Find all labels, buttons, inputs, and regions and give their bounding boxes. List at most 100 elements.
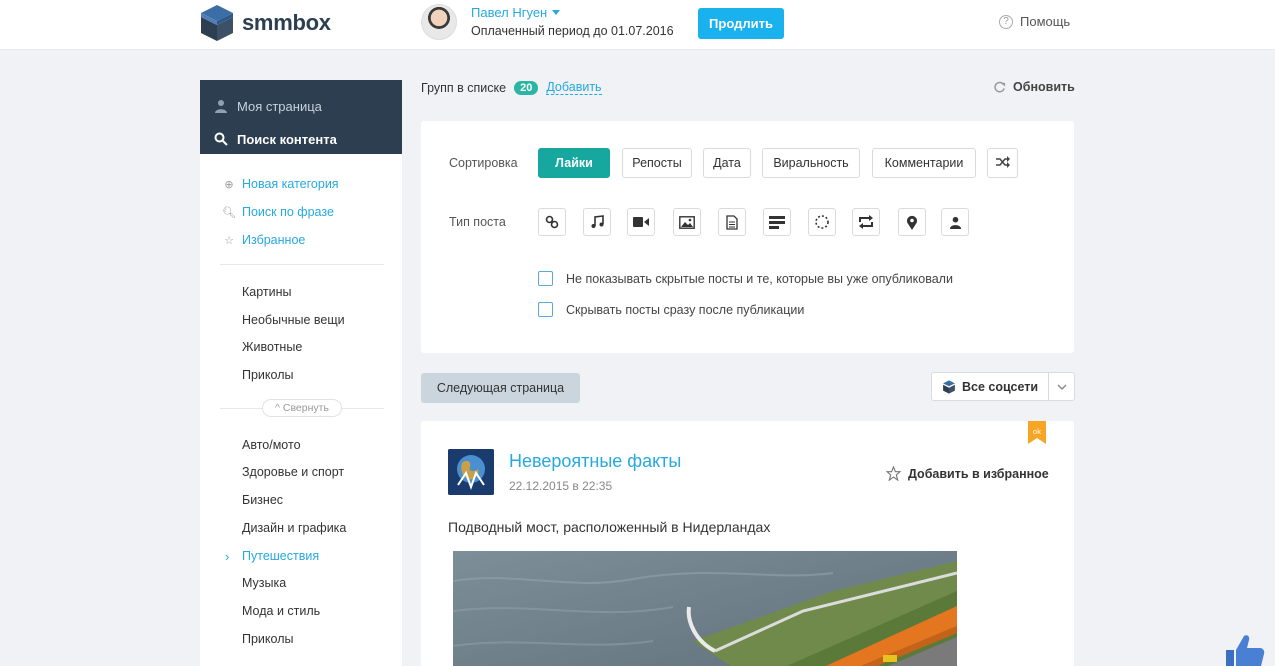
category-item[interactable]: Картины <box>242 279 402 307</box>
type-repost-button[interactable] <box>852 208 880 236</box>
hide-after-checkbox[interactable] <box>538 302 553 317</box>
search-icon <box>214 132 228 146</box>
type-image-button[interactable] <box>673 208 701 236</box>
svg-text:ok: ok <box>1033 428 1042 436</box>
groups-count-badge: 20 <box>514 80 539 95</box>
category-item[interactable]: Здоровье и спорт <box>242 459 402 487</box>
chevron-up-icon: ^ <box>275 401 280 414</box>
favorite-label: Добавить в избранное <box>908 466 1049 481</box>
plus-circle-icon: ⊕ <box>224 178 234 191</box>
repost-icon <box>859 215 873 229</box>
user-name: Павел Нгуен <box>471 5 548 20</box>
help-link[interactable]: ? Помощь <box>999 14 1070 29</box>
networks-dropdown-toggle[interactable] <box>1048 373 1074 400</box>
category-item[interactable]: Мода и стиль <box>242 598 402 626</box>
sidebar-links: ⊕ Новая категория 🔍︎ Поиск по фразе ☆ Избра… <box>200 154 402 254</box>
collapse-toggle: ^ Свернуть <box>220 396 384 422</box>
type-poll-button[interactable] <box>808 208 836 236</box>
type-user-button[interactable] <box>941 208 969 236</box>
like-thumb-icon[interactable] <box>1220 632 1266 666</box>
refresh-icon <box>994 81 1006 92</box>
type-music-button[interactable] <box>583 208 611 236</box>
shuffle-icon <box>995 155 1010 168</box>
favorites-link[interactable]: ☆ Избранное <box>222 226 402 254</box>
hide-after-option[interactable]: Скрывать посты сразу после публикации <box>538 302 804 317</box>
star-icon <box>886 466 901 481</box>
music-icon <box>591 215 604 228</box>
user-icon <box>215 100 227 113</box>
link-label: Поиск по фразе <box>242 205 334 219</box>
collapse-button[interactable]: ^ Свернуть <box>262 398 342 417</box>
chevron-down-icon <box>1057 384 1066 390</box>
post-type-label: Тип поста <box>449 215 506 229</box>
post-date: 22.12.2015 в 22:35 <box>509 479 613 493</box>
sidebar: Моя страница Поиск контента ⊕ Новая катег… <box>200 80 402 666</box>
refresh-button[interactable]: Обновить <box>993 80 1075 94</box>
hide-published-option[interactable]: Не показывать скрытые посты и те, которы… <box>538 271 953 286</box>
extend-button[interactable]: Продлить <box>698 8 784 39</box>
hide-published-checkbox[interactable] <box>538 271 553 286</box>
group-avatar[interactable] <box>448 449 494 495</box>
groups-label: Групп в списке <box>421 80 507 95</box>
user-avatar[interactable] <box>421 4 457 40</box>
add-group-link[interactable]: Добавить <box>546 80 602 95</box>
logo[interactable]: smmbox <box>200 4 331 42</box>
bridge-photo <box>453 551 957 666</box>
layers-icon <box>943 379 955 394</box>
type-document-button[interactable] <box>718 208 746 236</box>
link-label: Новая категория <box>242 177 339 191</box>
sidebar-item-my-page[interactable]: Моя страница <box>200 94 402 118</box>
category-item[interactable]: Животные <box>242 334 402 362</box>
sort-random-button[interactable] <box>987 148 1018 178</box>
location-icon <box>907 215 917 230</box>
link-label: Избранное <box>242 233 306 247</box>
chevron-right-icon: › <box>225 548 230 564</box>
sort-virality-button[interactable]: Виральность <box>762 148 860 178</box>
help-label: Помощь <box>1020 14 1071 29</box>
category-item[interactable]: Авто/мото <box>242 432 402 460</box>
add-favorite-button[interactable]: Добавить в избранное <box>886 466 1049 481</box>
type-link-button[interactable] <box>538 208 566 236</box>
new-category-link[interactable]: ⊕ Новая категория <box>222 170 402 198</box>
sidebar-item-content-search[interactable]: Поиск контента <box>200 127 402 151</box>
hide-after-label: Скрывать посты сразу после публикации <box>566 302 805 317</box>
category-item[interactable]: Необычные вещи <box>242 307 402 335</box>
logo-text: smmbox <box>242 10 331 35</box>
category-item[interactable]: Бизнес <box>242 487 402 515</box>
document-icon <box>726 214 738 230</box>
phrase-search-link[interactable]: 🔍︎ Поиск по фразе <box>222 198 402 226</box>
sidebar-item-label: Поиск контента <box>237 131 337 147</box>
sort-likes-button[interactable]: Лайки <box>538 148 610 178</box>
user-block[interactable]: Павел Нгуен Оплаченный период до 01.07.2… <box>421 4 674 40</box>
user-menu[interactable]: Павел Нгуен <box>471 4 674 22</box>
sort-comments-button[interactable]: Комментарии <box>872 148 976 178</box>
star-icon: ☆ <box>224 234 234 247</box>
post-card: ok Невероятные факты 22.12.2015 в 22:35 … <box>421 421 1074 666</box>
sidebar-item-label: Моя страница <box>237 98 322 114</box>
sort-reposts-button[interactable]: Репосты <box>622 148 692 178</box>
globe-icon <box>448 449 494 495</box>
next-page-button[interactable]: Следующая страница <box>421 373 580 403</box>
post-image[interactable] <box>453 551 957 666</box>
category-item-active[interactable]: › Путешествия <box>225 543 402 571</box>
link-icon <box>545 215 559 229</box>
sort-date-button[interactable]: Дата <box>703 148 751 178</box>
category-list: Авто/мото Здоровье и спорт Бизнес Дизайн… <box>200 422 402 654</box>
networks-select[interactable]: Все соцсети <box>931 372 1075 401</box>
category-item[interactable]: Приколы <box>242 362 402 390</box>
category-item[interactable]: Музыка <box>242 570 402 598</box>
user-icon <box>949 216 961 229</box>
category-item[interactable]: Дизайн и графика <box>242 515 402 543</box>
type-text-button[interactable] <box>763 208 791 236</box>
help-icon: ? <box>999 14 1013 29</box>
category-label: Путешествия <box>242 548 320 563</box>
poll-icon <box>815 215 829 229</box>
group-name-link[interactable]: Невероятные факты <box>509 451 681 472</box>
type-video-button[interactable] <box>627 208 655 236</box>
type-location-button[interactable] <box>898 208 926 236</box>
collapse-label: Свернуть <box>282 401 329 414</box>
logo-cube-icon <box>201 5 233 41</box>
category-item[interactable]: Приколы <box>242 626 402 654</box>
chevron-down-icon <box>552 10 561 15</box>
sort-label: Сортировка <box>449 156 518 170</box>
